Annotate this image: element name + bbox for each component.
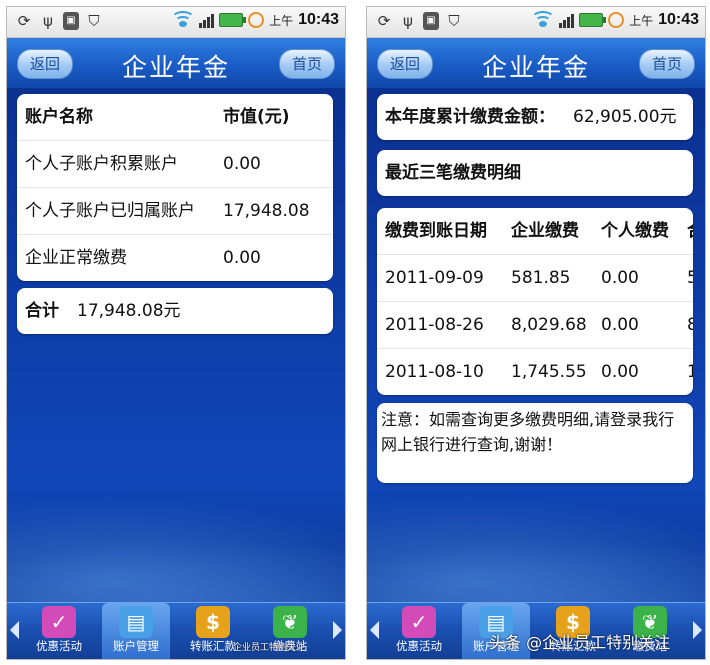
tab-label: 账户管理 — [113, 639, 159, 653]
total-label: 合计 — [25, 301, 59, 321]
battery-icon — [219, 13, 247, 27]
payments-table-card: 缴费到账日期 企业缴费 个人缴费 合 2011-09-09 581.85 0.0… — [377, 208, 693, 395]
usb-icon: ψ — [403, 12, 413, 30]
signal-icon — [559, 12, 575, 28]
col-market-value: 市值(元) — [223, 107, 290, 127]
payment-date: 2011-08-26 — [385, 315, 484, 335]
payments-header-row: 缴费到账日期 企业缴费 个人缴费 合 — [377, 208, 693, 255]
sync-icon: ⟳ — [377, 12, 391, 30]
annual-total-card: 本年度累计缴费金额： 62,905.00元 — [377, 94, 693, 140]
watermark-text: 头条 @企业员工特别关注 — [489, 633, 671, 652]
col-account-name: 账户名称 — [25, 107, 93, 127]
scroll-right-arrow-icon[interactable] — [333, 621, 342, 639]
status-time: 10:43 — [658, 11, 699, 28]
status-bar: ⟳ ψ ▣ ⛉ 上午 10:43 — [7, 7, 345, 38]
annual-total-label: 本年度累计缴费金额： — [385, 107, 555, 127]
status-ampm: 上午 — [269, 13, 294, 28]
col-payment-date: 缴费到账日期 — [385, 221, 487, 241]
tab-label: 优惠活动 — [396, 639, 442, 653]
account-name: 个人子账户已归属账户 — [25, 201, 195, 221]
check-icon: ✓ — [42, 606, 76, 638]
status-time: 10:43 — [298, 11, 339, 28]
tab-promotions[interactable]: ✓ 优惠活动 — [385, 603, 453, 659]
bottom-nav: ✓ 优惠活动 ▤ 账户管理 $ 转账汇款 ❦ 缴费站 企业员工特别关注 — [7, 602, 345, 659]
account-value: 0.00 — [223, 154, 261, 174]
total-card: 合计 17,948.08元 — [17, 288, 333, 334]
company-payment: 8,029.68 — [511, 315, 587, 335]
col-personal-payment: 个人缴费 — [601, 221, 669, 241]
scroll-right-arrow-icon[interactable] — [693, 621, 702, 639]
bottom-nav: ✓ 优惠活动 ▤ 账户管理 $ 转账汇款 ❦ 缴费站 头条 @企业员工特别关注 — [367, 602, 705, 659]
total-value: 17,948.08元 — [77, 301, 181, 321]
account-value: 0.00 — [223, 248, 261, 268]
check-icon: ✓ — [402, 606, 436, 638]
phone-screen-left: ⟳ ψ ▣ ⛉ 上午 10:43 返回 企业年金 首页 账户名称 市值(元) 个… — [6, 6, 346, 660]
signal-icon — [199, 12, 215, 28]
annual-total-row: 本年度累计缴费金额： 62,905.00元 — [377, 94, 693, 140]
col-company-payment: 企业缴费 — [511, 221, 579, 241]
total-partial: 8 — [687, 302, 693, 348]
wifi-icon — [531, 11, 556, 29]
status-bar: ⟳ ψ ▣ ⛉ 上午 10:43 — [367, 7, 705, 38]
title-bar: 返回 企业年金 首页 — [7, 38, 345, 89]
tab-promotions[interactable]: ✓ 优惠活动 — [25, 603, 93, 659]
usb-icon: ψ — [43, 12, 53, 30]
notice-text: 注意：如需查询更多缴费明细,请登录我行网上银行进行查询,谢谢！ — [381, 410, 675, 454]
company-payment: 1,745.55 — [511, 362, 587, 382]
home-button[interactable]: 首页 — [638, 49, 695, 79]
total-partial: 5 — [687, 255, 693, 301]
table-row[interactable]: 2011-08-10 1,745.55 0.00 1 — [377, 349, 693, 395]
document-icon: ▤ — [119, 606, 153, 638]
android-icon: ▣ — [63, 12, 79, 30]
status-ampm: 上午 — [629, 13, 654, 28]
battery-icon — [579, 13, 607, 27]
shield-icon: ⛉ — [448, 12, 460, 30]
personal-payment: 0.00 — [601, 362, 639, 382]
alarm-icon — [248, 12, 265, 28]
account-value: 17,948.08 — [223, 201, 310, 221]
dollar-icon: $ — [196, 606, 230, 638]
tab-account-management[interactable]: ▤ 账户管理 — [102, 603, 170, 659]
leaf-icon: ❦ — [273, 606, 307, 638]
home-button[interactable]: 首页 — [278, 49, 335, 79]
table-row[interactable]: 企业正常缴费 0.00 — [17, 235, 333, 281]
table-row[interactable]: 2011-08-26 8,029.68 0.00 8 — [377, 302, 693, 349]
personal-payment: 0.00 — [601, 268, 639, 288]
phone-screen-right: ⟳ ψ ▣ ⛉ 上午 10:43 返回 企业年金 首页 本年度累计缴费金额： 6… — [366, 6, 706, 660]
company-payment: 581.85 — [511, 268, 571, 288]
recent-payments-title: 最近三笔缴费明细 — [385, 163, 521, 183]
table-row[interactable]: 个人子账户已归属账户 17,948.08 — [17, 188, 333, 235]
wifi-icon — [171, 11, 196, 29]
col-total-partial: 合 — [687, 208, 693, 254]
table-row[interactable]: 2011-09-09 581.85 0.00 5 — [377, 255, 693, 302]
title-bar: 返回 企业年金 首页 — [367, 38, 705, 89]
table-row[interactable]: 个人子账户积累账户 0.00 — [17, 141, 333, 188]
watermark-text: 企业员工特别关注 — [233, 643, 306, 653]
accounts-header-row: 账户名称 市值(元) — [17, 94, 333, 141]
android-icon: ▣ — [423, 12, 439, 30]
shield-icon: ⛉ — [88, 12, 100, 30]
account-name: 企业正常缴费 — [25, 248, 127, 268]
notice-card: 注意：如需查询更多缴费明细,请登录我行网上银行进行查询,谢谢！ — [377, 403, 693, 483]
annual-total-value: 62,905.00元 — [573, 107, 677, 127]
personal-payment: 0.00 — [601, 315, 639, 335]
scroll-left-arrow-icon[interactable] — [370, 621, 379, 639]
alarm-icon — [608, 12, 625, 28]
payment-date: 2011-09-09 — [385, 268, 484, 288]
recent-title-row: 最近三笔缴费明细 — [377, 150, 693, 196]
total-row: 合计 17,948.08元 — [17, 288, 333, 334]
tab-label: 优惠活动 — [36, 639, 82, 653]
account-name: 个人子账户积累账户 — [25, 154, 178, 174]
payment-date: 2011-08-10 — [385, 362, 484, 382]
total-partial: 1 — [687, 349, 693, 395]
accounts-card: 账户名称 市值(元) 个人子账户积累账户 0.00 个人子账户已归属账户 17,… — [17, 94, 333, 281]
scroll-left-arrow-icon[interactable] — [10, 621, 19, 639]
sync-icon: ⟳ — [17, 12, 31, 30]
recent-title-card: 最近三笔缴费明细 — [377, 150, 693, 196]
